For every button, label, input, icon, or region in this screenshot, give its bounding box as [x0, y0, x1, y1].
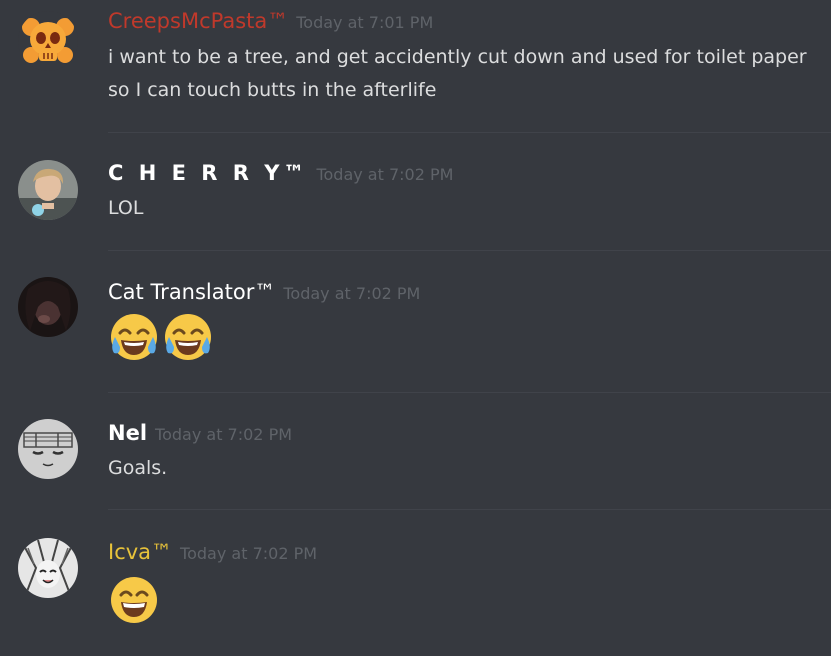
message-item: CreepsMcPasta™ Today at 7:01 PM i want to… [0, 0, 831, 132]
username[interactable]: Cat Translator™ [108, 280, 275, 304]
timestamp: Today at 7:02 PM [283, 284, 421, 303]
username[interactable]: Nel [108, 421, 147, 445]
username[interactable]: Icva™ [108, 540, 172, 564]
orange-skull-icon [18, 11, 78, 71]
boy-photo-icon [18, 160, 78, 220]
timestamp: Today at 7:02 PM [155, 425, 293, 444]
message-header: Nel Today at 7:02 PM [108, 421, 292, 445]
username[interactable]: CreepsMcPasta™ [108, 9, 288, 33]
message-item: Icva™ Today at 7:02 PM [0, 510, 831, 656]
avatar[interactable] [18, 11, 78, 71]
message-emojis [108, 311, 214, 363]
message-line: so I can touch butts in the afterlife [108, 79, 437, 101]
message-header: Cat Translator™ Today at 7:02 PM [108, 280, 420, 304]
avatar[interactable] [18, 538, 78, 598]
message-text: Goals. [108, 452, 167, 485]
message-header: Icva™ Today at 7:02 PM [108, 540, 317, 564]
timestamp: Today at 7:01 PM [296, 13, 434, 32]
message-line: i want to be a tree, and get accidently … [108, 46, 807, 68]
message-item: Cat Translator™ Today at 7:02 PM [0, 251, 831, 392]
message-text: i want to be a tree, and get accidently … [108, 41, 807, 107]
message-text: LOL [108, 192, 143, 225]
grinning-face-with-smiling-eyes-icon [111, 577, 157, 623]
manga-avatar-icon [18, 538, 78, 598]
message-header: CreepsMcPasta™ Today at 7:01 PM [108, 9, 433, 33]
avatar[interactable] [18, 419, 78, 479]
message-item: Nel Today at 7:02 PM Goals. [0, 393, 831, 509]
message-item: C H E R R Y™ Today at 7:02 PM LOL [0, 133, 831, 250]
avatar[interactable] [18, 160, 78, 220]
sketch-face-icon [18, 419, 78, 479]
dark-photo-icon [18, 277, 78, 337]
chat-messages: CreepsMcPasta™ Today at 7:01 PM i want to… [0, 0, 831, 656]
message-line: Goals. [108, 457, 168, 479]
username[interactable]: C H E R R Y™ [108, 161, 308, 185]
face-with-tears-of-joy-icon [111, 314, 157, 360]
message-header: C H E R R Y™ Today at 7:02 PM [108, 161, 453, 185]
message-emojis [108, 574, 160, 626]
avatar[interactable] [18, 277, 78, 337]
timestamp: Today at 7:02 PM [180, 544, 318, 563]
face-with-tears-of-joy-icon [165, 314, 211, 360]
timestamp: Today at 7:02 PM [316, 165, 454, 184]
message-line: LOL [108, 197, 144, 219]
